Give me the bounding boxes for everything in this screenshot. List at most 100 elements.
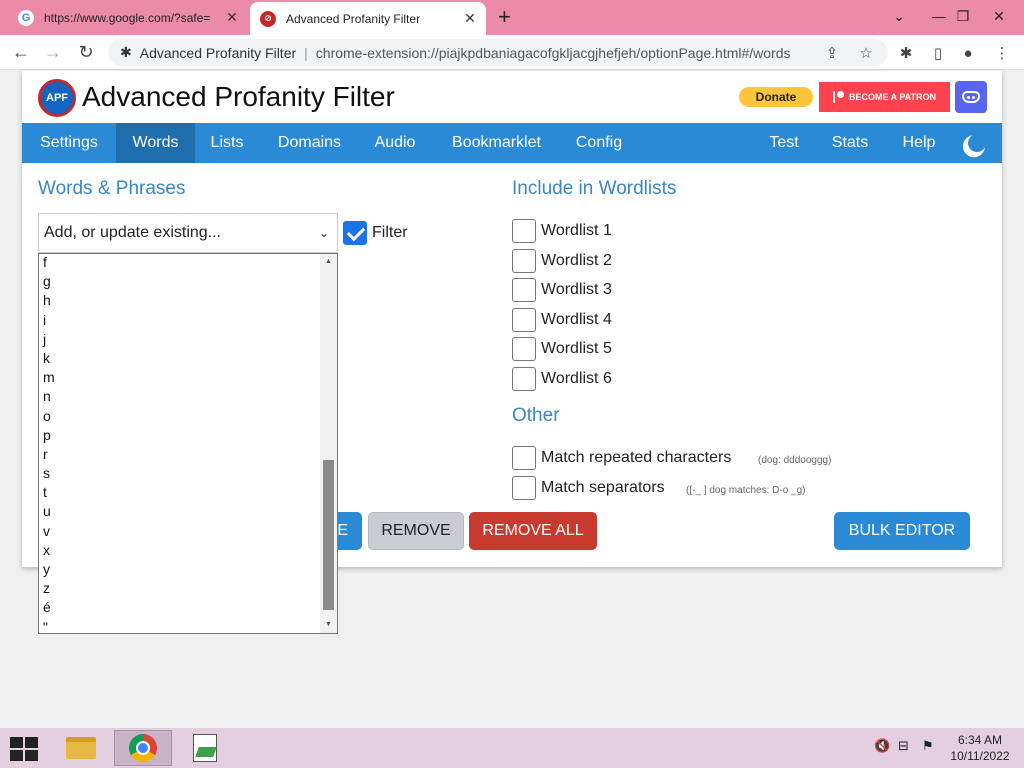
filter-checkbox[interactable] (343, 221, 367, 245)
wordlist-6-checkbox[interactable] (512, 367, 536, 391)
dropdown-option[interactable]: x (43, 541, 55, 560)
patreon-icon (833, 91, 844, 103)
reload-icon[interactable]: ↻ (75, 41, 97, 63)
taskbar-notepad[interactable] (176, 730, 234, 766)
dropdown-option[interactable]: t (43, 483, 55, 502)
wordlist-3-checkbox[interactable] (512, 278, 536, 302)
nav-bookmarklet[interactable]: Bookmarklet (430, 123, 563, 163)
word-select[interactable]: Add, or update existing... ⌄ (38, 213, 338, 253)
scroll-down-arrow-icon[interactable]: ▼ (320, 617, 337, 633)
share-icon[interactable]: ⇪ (822, 43, 842, 63)
dropdown-option[interactable]: v (43, 522, 55, 541)
nav-settings[interactable]: Settings (22, 123, 116, 163)
nav-config[interactable]: Config (563, 123, 635, 163)
dropdown-option[interactable]: g (43, 272, 55, 291)
dropdown-option[interactable]: r (43, 445, 55, 464)
menu-kebab-icon[interactable]: ⋮ (992, 43, 1012, 63)
forward-icon[interactable]: → (42, 41, 64, 63)
side-panel-icon[interactable]: ▯ (928, 43, 948, 63)
start-windows-icon[interactable] (10, 737, 38, 761)
close-window-icon[interactable]: ✕ (982, 0, 1016, 32)
wordlist-3-label: Wordlist 3 (541, 281, 612, 298)
dropdown-option[interactable]: u (43, 502, 55, 521)
taskbar-clock[interactable]: 6:34 AM 10/11/2022 (944, 732, 1016, 764)
taskbar-chrome[interactable] (114, 730, 172, 766)
dropdown-option[interactable]: m (43, 368, 55, 387)
clock-date: 10/11/2022 (950, 749, 1010, 763)
match-repeated-hint: (dog: dddooggg) (758, 455, 832, 466)
become-patron-button[interactable]: BECOME A PATRON (819, 82, 950, 112)
tab-search-icon[interactable]: ⌄ (882, 0, 916, 32)
wordlist-4-checkbox[interactable] (512, 308, 536, 332)
dropdown-option[interactable]: j (43, 330, 55, 349)
donate-button[interactable]: Donate (739, 87, 813, 107)
dropdown-option[interactable]: f (43, 254, 55, 272)
wordlist-5-label: Wordlist 5 (541, 340, 612, 357)
chevron-down-icon: ⌄ (318, 226, 329, 240)
word-select-value: Add, or update existing... (44, 224, 221, 241)
new-tab-button[interactable]: + (498, 5, 511, 29)
tab-profanity-filter[interactable]: ⊘ Advanced Profanity Filter ✕ (250, 2, 486, 35)
omnibox-separator: | (304, 44, 308, 61)
word-dropdown-list[interactable]: f g h i j k m n o p r s t u v x y z é " ▲ ▼ (38, 253, 338, 634)
remove-all-button[interactable]: REMOVE ALL (469, 512, 597, 550)
network-icon[interactable]: ⊟ (898, 738, 909, 754)
bookmark-star-icon[interactable]: ☆ (856, 43, 876, 63)
dark-mode-moon-icon[interactable] (965, 131, 988, 154)
nav-words[interactable]: Words (116, 123, 195, 163)
remove-button[interactable]: REMOVE (368, 512, 464, 550)
volume-muted-icon[interactable]: 🔇 (874, 738, 890, 754)
dropdown-option[interactable]: é (43, 598, 55, 617)
tab-title: Advanced Profanity Filter (286, 11, 421, 26)
nav-lists[interactable]: Lists (195, 123, 259, 163)
dropdown-option[interactable]: y (43, 560, 55, 579)
taskbar-file-explorer[interactable] (52, 730, 110, 766)
address-bar[interactable]: ✱ Advanced Profanity Filter | chrome-ext… (108, 39, 888, 66)
extensions-icon[interactable]: ✱ (896, 43, 916, 63)
action-center-icon[interactable]: ⚑ (922, 738, 934, 754)
wordlist-5-checkbox[interactable] (512, 337, 536, 361)
dropdown-scrollbar[interactable]: ▲ ▼ (320, 254, 337, 633)
wordlist-1-checkbox[interactable] (512, 219, 536, 243)
dropdown-option[interactable]: s (43, 464, 55, 483)
scrollbar-thumb[interactable] (323, 460, 334, 610)
clock-time: 6:34 AM (957, 733, 1003, 747)
match-separators-hint: ([-_ ] dog matches: D-o _g) (686, 485, 806, 496)
extension-favicon-icon: ⊘ (260, 10, 276, 27)
nav-stats[interactable]: Stats (818, 123, 882, 163)
restore-icon[interactable]: ❐ (946, 0, 980, 32)
close-tab-icon[interactable]: ✕ (460, 10, 480, 27)
other-heading: Other (512, 405, 560, 426)
match-separators-label: Match separators (541, 479, 665, 496)
omnibox-url: chrome-extension://piajkpdbaniagacofgklj… (315, 44, 791, 61)
dropdown-options: f g h i j k m n o p r s t u v x y z é " (43, 254, 55, 633)
bulk-editor-button[interactable]: BULK EDITOR (834, 512, 970, 550)
dropdown-option[interactable]: k (43, 349, 55, 368)
nav-help[interactable]: Help (890, 123, 948, 163)
folder-icon (66, 737, 96, 759)
dropdown-option[interactable]: " (43, 618, 55, 633)
wordlist-4-label: Wordlist 4 (541, 311, 612, 328)
dropdown-option[interactable]: o (43, 407, 55, 426)
tab-title: https://www.google.com/?safe= (44, 10, 211, 25)
dropdown-option[interactable]: n (43, 387, 55, 406)
close-tab-icon[interactable]: ✕ (222, 9, 242, 26)
wordlist-2-checkbox[interactable] (512, 249, 536, 273)
tab-google[interactable]: G https://www.google.com/?safe= ✕ (8, 0, 248, 35)
nav-test[interactable]: Test (757, 123, 811, 163)
omnibox-site-name: Advanced Profanity Filter (139, 44, 297, 61)
match-repeated-checkbox[interactable] (512, 446, 536, 470)
dropdown-option[interactable]: i (43, 311, 55, 330)
profile-avatar-icon[interactable]: ● (958, 43, 978, 63)
scroll-up-arrow-icon[interactable]: ▲ (320, 254, 337, 270)
dropdown-option[interactable]: h (43, 291, 55, 310)
discord-button[interactable] (955, 81, 987, 113)
back-icon[interactable]: ← (10, 41, 32, 63)
nav-domains[interactable]: Domains (259, 123, 360, 163)
nav-audio[interactable]: Audio (360, 123, 430, 163)
match-separators-checkbox[interactable] (512, 476, 536, 500)
dropdown-option[interactable]: p (43, 426, 55, 445)
chrome-icon (129, 734, 157, 762)
dropdown-option[interactable]: z (43, 579, 55, 598)
windows-taskbar: 🔇 ⊟ ⚑ 6:34 AM 10/11/2022 (0, 728, 1024, 768)
